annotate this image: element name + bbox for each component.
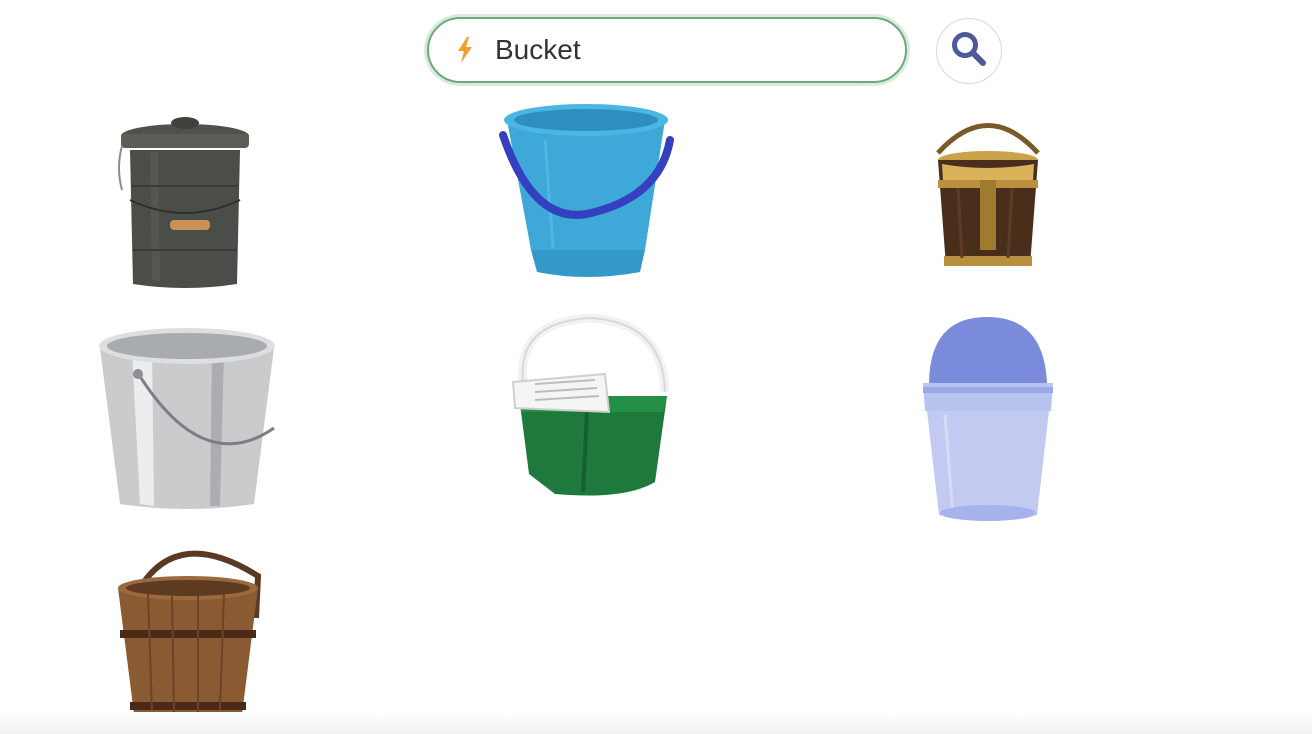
result-image-metal-bin[interactable] [110,108,260,293]
search-button[interactable] [936,18,1002,84]
search-input[interactable] [495,34,875,66]
result-image-blue-bucket[interactable] [495,100,680,285]
result-image-steel-pail[interactable] [92,318,282,513]
result-image-wooden-bucket[interactable] [108,538,268,723]
bottom-bar [0,712,1312,734]
result-image-brass-bucket[interactable] [928,108,1048,278]
result-image-clear-bucket[interactable] [915,315,1060,525]
magnifier-icon [949,29,989,74]
lightning-bolt-icon [455,36,477,64]
result-image-mop-bucket[interactable] [505,312,675,502]
search-box[interactable] [427,17,907,83]
